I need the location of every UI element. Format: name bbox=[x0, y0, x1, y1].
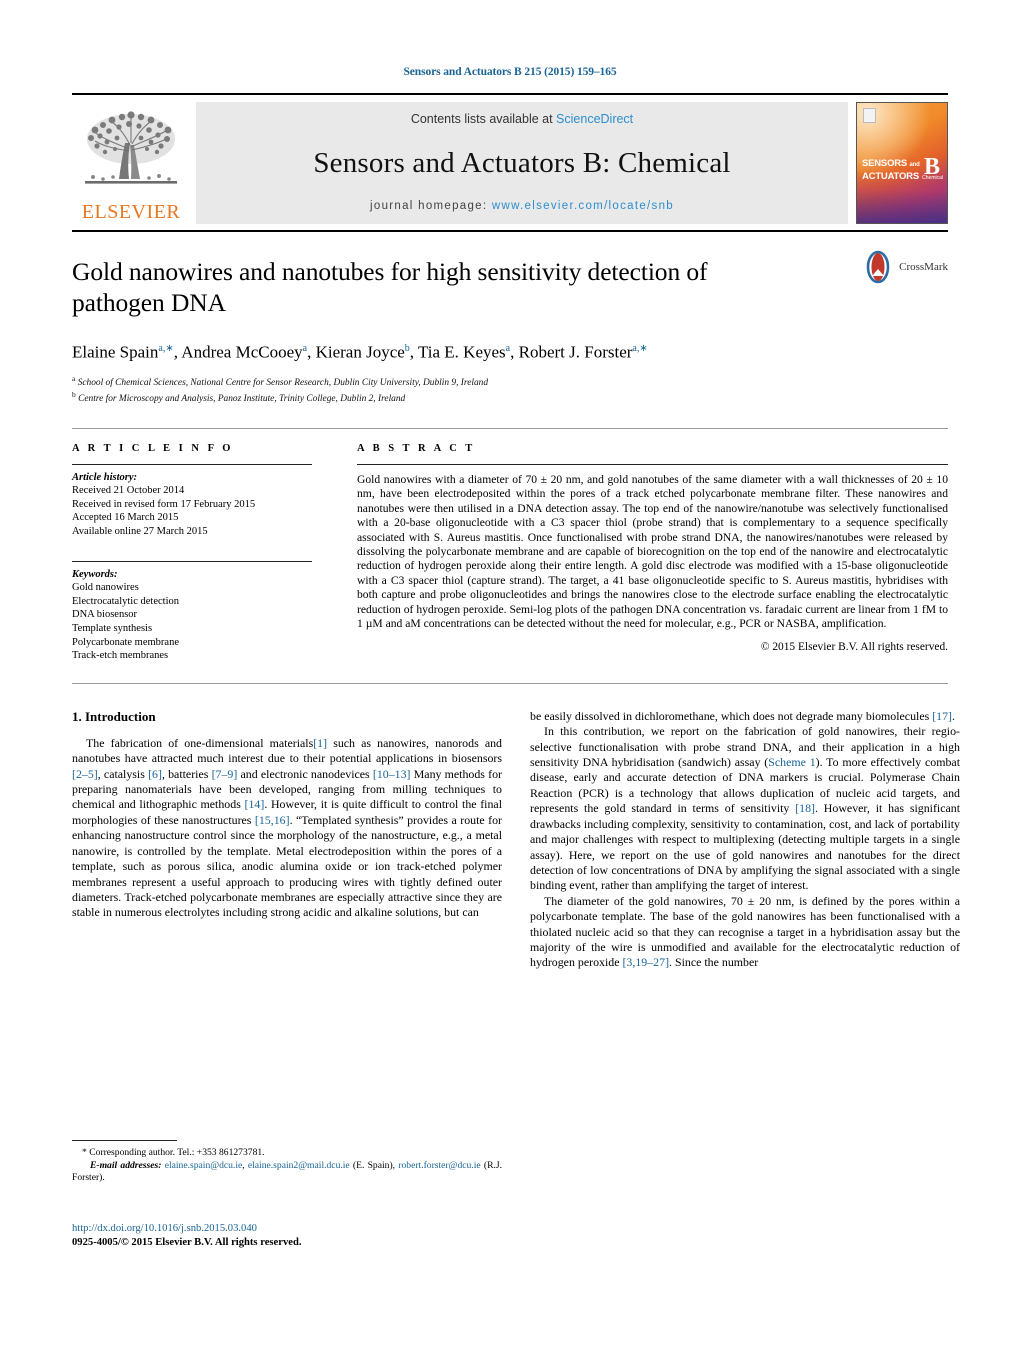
text-run: . “Templated synthesis” provides a route… bbox=[72, 812, 502, 920]
keywords-title: Keywords: bbox=[72, 569, 118, 581]
keyword-item: Track-etch membranes bbox=[72, 650, 169, 662]
email-link-3[interactable]: robert.forster@dcu.ie bbox=[398, 1160, 480, 1171]
citation-link[interactable]: [15,16] bbox=[255, 813, 290, 827]
elsevier-wordmark: ELSEVIER bbox=[81, 201, 181, 223]
cover-title-text: SENSORS and ACTUATORS bbox=[862, 158, 920, 182]
elsevier-logo: ELSEVIER bbox=[72, 102, 190, 224]
cover-line-1: SENSORS bbox=[862, 158, 908, 170]
keywords-block: Keywords: Gold nanowires Electrocatalyti… bbox=[72, 561, 312, 663]
footnote-block: * Corresponding author. Tel.: +353 86127… bbox=[72, 1140, 502, 1185]
text-run: , batteries bbox=[161, 766, 212, 781]
citation-link[interactable]: [17] bbox=[932, 709, 952, 723]
affiliation-mark-a: a bbox=[72, 373, 76, 383]
masthead-top-rule bbox=[72, 93, 948, 95]
masthead-center: Contents lists available at ScienceDirec… bbox=[196, 102, 848, 224]
abstract-column: A B S T R A C T Gold nanowires with a di… bbox=[332, 443, 948, 663]
info-abstract-region: A R T I C L E I N F O Article history: R… bbox=[72, 429, 948, 663]
keyword-item: Electrocatalytic detection bbox=[72, 595, 179, 607]
abstract-rule bbox=[357, 463, 948, 465]
text-run: The fabrication of one-dimensional mater… bbox=[86, 735, 314, 750]
keyword-item: DNA biosensor bbox=[72, 609, 138, 621]
body-column-left: 1. Introduction The fabrication of one-d… bbox=[72, 709, 502, 971]
article-history-title: Article history: bbox=[72, 471, 138, 483]
citation-link[interactable]: [3,19–27] bbox=[622, 955, 669, 969]
citation-link[interactable]: [14] bbox=[245, 797, 265, 811]
text-run: . bbox=[952, 708, 955, 723]
affiliation-a: a School of Chemical Sciences, National … bbox=[72, 373, 948, 390]
text-run: be easily dissolved in dichloromethane, … bbox=[530, 708, 933, 723]
keyword-item: Polycarbonate membrane bbox=[72, 636, 179, 648]
affiliation-b-text: Centre for Microscopy and Analysis, Pano… bbox=[78, 394, 406, 405]
citation-link[interactable]: [18] bbox=[795, 801, 815, 815]
footnote-rule bbox=[72, 1140, 177, 1141]
contents-list-line: Contents lists available at ScienceDirec… bbox=[411, 112, 633, 126]
running-head: Sensors and Actuators B 215 (2015) 159–1… bbox=[403, 66, 617, 78]
keyword-item: Gold nanowires bbox=[72, 582, 139, 594]
history-item: Available online 27 March 2015 bbox=[72, 525, 208, 537]
elsevier-tree-icon bbox=[85, 111, 177, 184]
body-columns: 1. Introduction The fabrication of one-d… bbox=[72, 684, 960, 971]
email-label: E-mail addresses: bbox=[90, 1159, 162, 1171]
history-item: Accepted 16 March 2015 bbox=[72, 512, 179, 524]
citation-link[interactable]: [1] bbox=[313, 736, 327, 750]
email-owner-1: (E. Spain), bbox=[352, 1159, 396, 1171]
cover-line-2: ACTUATORS bbox=[862, 171, 919, 183]
email-link-1[interactable]: elaine.spain@dcu.ie bbox=[165, 1160, 243, 1171]
abstract-heading: A B S T R A C T bbox=[357, 442, 476, 454]
intro-paragraph-right-3: The diameter of the gold nanowires, 70 ±… bbox=[530, 894, 960, 971]
abstract-text: Gold nanowires with a diameter of 70 ± 2… bbox=[357, 472, 948, 630]
history-item: Received 21 October 2014 bbox=[72, 484, 185, 496]
email-addresses-note: E-mail addresses: elaine.spain@dcu.ie, e… bbox=[72, 1159, 502, 1184]
citation-link[interactable]: [6] bbox=[148, 767, 162, 781]
homepage-prefix: journal homepage: bbox=[370, 200, 492, 212]
article-info-column: A R T I C L E I N F O Article history: R… bbox=[72, 443, 332, 663]
crossmark-label: CrossMark bbox=[899, 261, 948, 273]
article-page: Sensors and Actuators B 215 (2015) 159–1… bbox=[0, 0, 1020, 1351]
keywords-rule bbox=[72, 561, 312, 563]
sciencedirect-link[interactable]: ScienceDirect bbox=[556, 112, 633, 126]
abstract-copyright: © 2015 Elsevier B.V. All rights reserved… bbox=[760, 641, 948, 654]
cover-subtitle: Chemical bbox=[922, 175, 943, 181]
citation-link[interactable]: [7–9] bbox=[212, 767, 238, 781]
text-run: . Since the number bbox=[669, 955, 759, 970]
affiliation-mark-b: b bbox=[72, 390, 76, 400]
affiliation-a-text: School of Chemical Sciences, National Ce… bbox=[77, 377, 489, 388]
page-title: Gold nanowires and nanotubes for high se… bbox=[72, 257, 708, 317]
affiliations: a School of Chemical Sciences, National … bbox=[72, 373, 948, 406]
author-list: Elaine Spaina,∗, Andrea McCooeya, Kieran… bbox=[72, 342, 648, 362]
intro-paragraph-right-2: In this contribution, we report on the f… bbox=[530, 724, 960, 893]
cover-and: and bbox=[909, 162, 920, 169]
contents-prefix: Contents lists available at bbox=[410, 112, 557, 126]
text-run: and electronic nanodevices bbox=[237, 766, 373, 781]
issn-copyright-line: 0925-4005/© 2015 Elsevier B.V. All right… bbox=[72, 1237, 302, 1248]
section-heading-introduction: 1. Introduction bbox=[72, 708, 156, 724]
journal-homepage-line: journal homepage: www.elsevier.com/locat… bbox=[370, 200, 674, 212]
crossmark-badge[interactable]: CrossMark bbox=[861, 250, 948, 284]
journal-cover-image: SENSORS and ACTUATORS B Chemical bbox=[856, 102, 948, 224]
intro-paragraph-left: The fabrication of one-dimensional mater… bbox=[72, 736, 502, 921]
article-info-heading: A R T I C L E I N F O bbox=[72, 442, 234, 454]
title-block: Gold nanowires and nanotubes for high se… bbox=[72, 232, 948, 406]
keyword-item: Template synthesis bbox=[72, 623, 153, 635]
intro-paragraph-right-1: be easily dissolved in dichloromethane, … bbox=[530, 709, 960, 724]
journal-homepage-link[interactable]: www.elsevier.com/locate/snb bbox=[492, 200, 674, 212]
cover-elsevier-mark-icon bbox=[863, 108, 876, 123]
body-column-right: be easily dissolved in dichloromethane, … bbox=[530, 709, 960, 971]
journal-masthead: ELSEVIER Contents lists available at Sci… bbox=[72, 78, 948, 232]
doi-block: http://dx.doi.org/10.1016/j.snb.2015.03.… bbox=[72, 1222, 502, 1250]
scheme-link[interactable]: Scheme 1 bbox=[768, 755, 815, 769]
text-run: , catalysis bbox=[97, 766, 149, 781]
affiliation-b: b Centre for Microscopy and Analysis, Pa… bbox=[72, 389, 948, 406]
history-item: Received in revised form 17 February 201… bbox=[72, 498, 256, 510]
crossmark-icon bbox=[866, 250, 890, 284]
corresponding-author-text: * Corresponding author. Tel.: +353 86127… bbox=[82, 1147, 265, 1158]
corresponding-author-note: * Corresponding author. Tel.: +353 86127… bbox=[72, 1147, 502, 1160]
citation-link[interactable]: [2–5] bbox=[72, 767, 98, 781]
email-link-2[interactable]: elaine.spain2@mail.dcu.ie bbox=[248, 1160, 350, 1171]
article-info-rule bbox=[72, 463, 312, 465]
citation-link[interactable]: [10–13] bbox=[373, 767, 411, 781]
journal-title: Sensors and Actuators B: Chemical bbox=[313, 146, 731, 179]
doi-link[interactable]: http://dx.doi.org/10.1016/j.snb.2015.03.… bbox=[72, 1222, 502, 1236]
